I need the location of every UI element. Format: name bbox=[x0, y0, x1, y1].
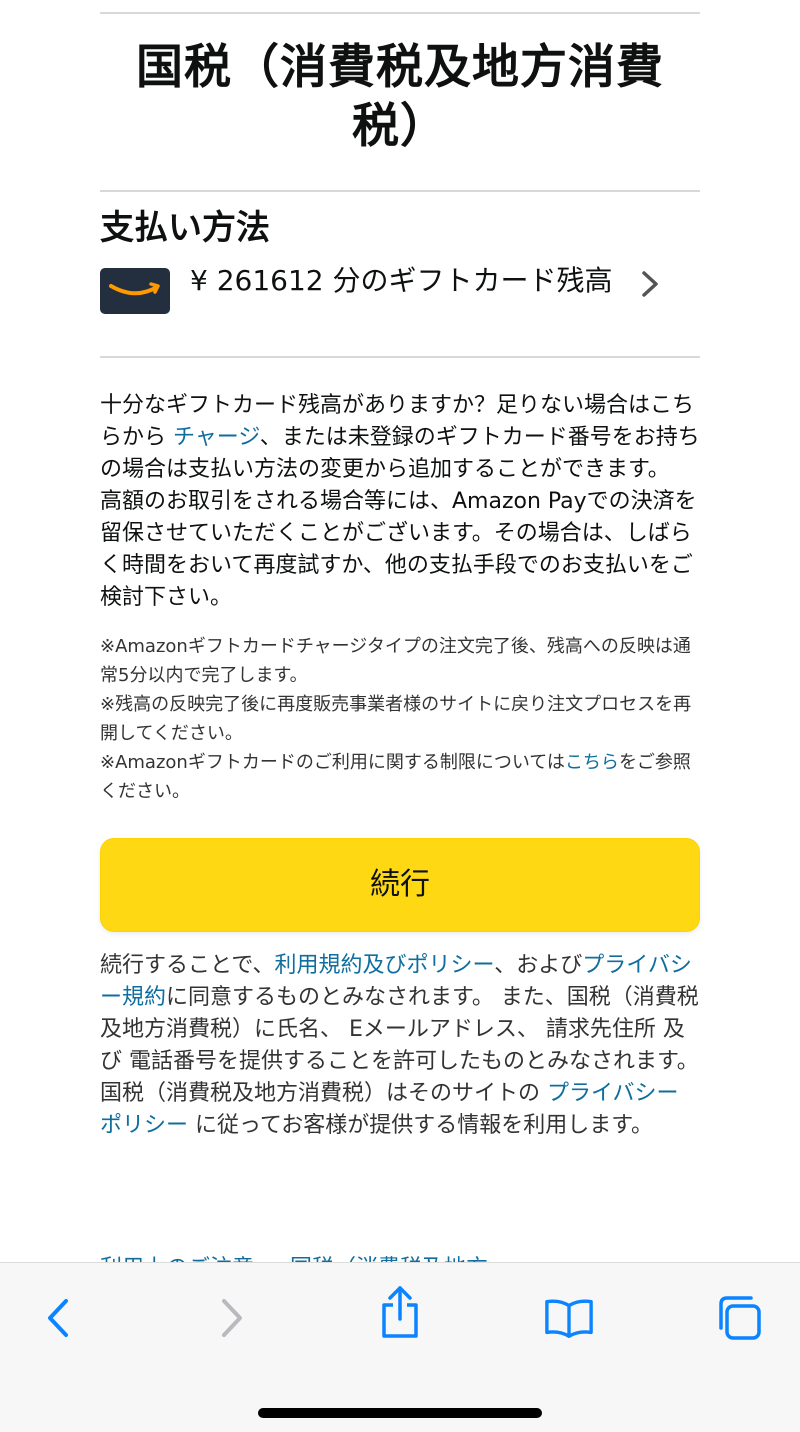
payment-method-heading: 支払い方法 bbox=[100, 208, 270, 248]
amazon-gift-card-icon bbox=[100, 268, 170, 314]
bookmarks-button[interactable] bbox=[544, 1293, 594, 1343]
note-1: ※Amazonギフトカードチャージタイプの注文完了後、残高への反映は通常5分以内… bbox=[100, 636, 691, 686]
continue-button[interactable]: 続行 bbox=[100, 838, 700, 932]
book-icon bbox=[545, 1299, 593, 1338]
notes: ※Amazonギフトカードチャージタイプの注文完了後、残高への反映は通常5分以内… bbox=[100, 632, 700, 806]
here-link[interactable]: こちら bbox=[565, 752, 619, 773]
terms-text: 続行することで、利用規約及びポリシー、およびプライバシー規約に同意するものとみな… bbox=[100, 953, 699, 1138]
note-2: ※残高の反映完了後に再度販売事業者様のサイトに戻り注文プロセスを再開してください… bbox=[100, 694, 692, 744]
gift-card-info: 十分なギフトカード残高がありますか？足りない場合はこちらから チャージ、または未… bbox=[100, 390, 700, 614]
home-indicator bbox=[258, 1408, 542, 1418]
forward-button[interactable] bbox=[206, 1293, 256, 1343]
charge-link[interactable]: チャージ bbox=[173, 425, 260, 450]
divider bbox=[100, 190, 700, 192]
payment-method-row[interactable]: ¥ 261612 分のギフトカード残高 bbox=[100, 262, 700, 358]
terms-policy-link[interactable]: 利用規約及びポリシー bbox=[274, 953, 494, 978]
chevron-left-icon bbox=[48, 1299, 68, 1337]
chevron-right-icon bbox=[222, 1299, 242, 1337]
info-paragraph-1: 十分なギフトカード残高がありますか？足りない場合はこちらから チャージ、または未… bbox=[100, 393, 700, 482]
info-paragraph-2: 高額のお取引をされる場合等には、Amazon Payでの決済を留保させていただく… bbox=[100, 489, 697, 610]
tabs-button[interactable] bbox=[714, 1293, 764, 1343]
chevron-right-icon[interactable] bbox=[640, 270, 660, 302]
share-icon bbox=[382, 1286, 418, 1338]
tabs-icon bbox=[719, 1296, 761, 1340]
checkout-content: 国税（消費税及地方消費税） 支払い方法 ¥ 261612 分のギフトカード残高 … bbox=[100, 0, 700, 1142]
gift-card-balance: ¥ 261612 分のギフトカード残高 bbox=[190, 264, 613, 297]
share-button[interactable] bbox=[375, 1286, 425, 1338]
merchant-title: 国税（消費税及地方消費税） bbox=[136, 40, 664, 154]
note-3: ※Amazonギフトカードのご利用に関する制限についてはこちらをご参照ください。 bbox=[100, 752, 691, 802]
safari-toolbar bbox=[0, 1262, 800, 1432]
back-button[interactable] bbox=[34, 1293, 84, 1343]
